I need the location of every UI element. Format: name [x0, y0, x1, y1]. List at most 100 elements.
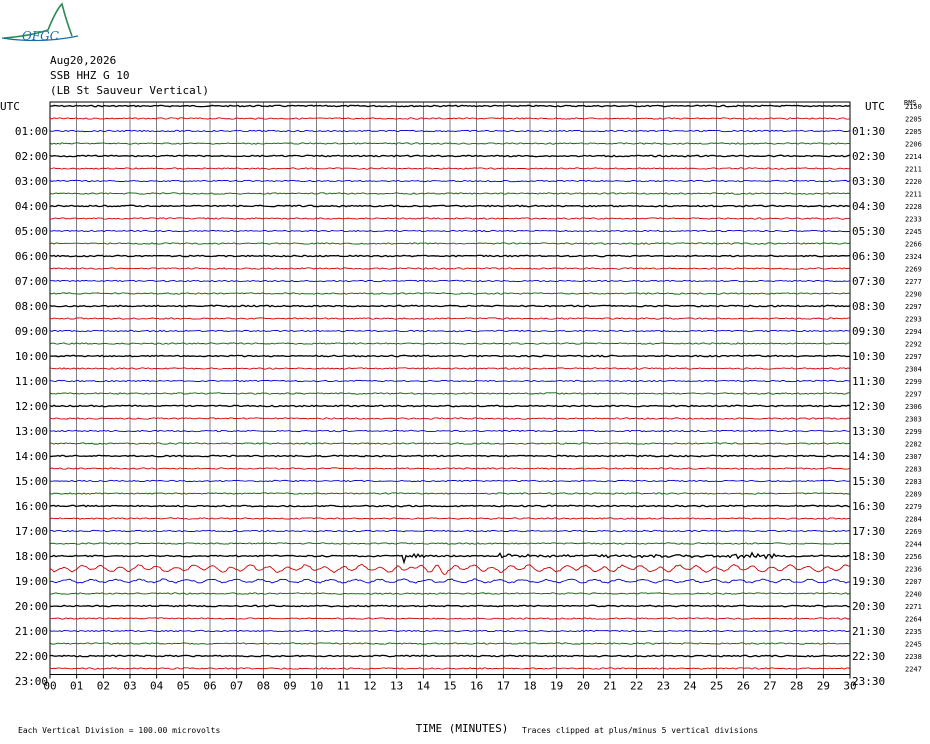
x-tick-label-3: 03 [123, 680, 136, 693]
hour-label-left-5: 05:00 [15, 225, 48, 238]
trace-value-41: 2264 [905, 616, 922, 624]
x-tick-label-28: 28 [790, 680, 803, 693]
hour-label-left-1: 01:00 [15, 125, 48, 138]
x-tick-label-11: 11 [337, 680, 350, 693]
x-tick-label-26: 26 [737, 680, 750, 693]
x-tick-label-7: 07 [230, 680, 243, 693]
hour-label-left-3: 03:00 [15, 175, 48, 188]
x-tick-label-2: 02 [97, 680, 110, 693]
trace-value-35: 2244 [905, 541, 922, 549]
x-tick-label-13: 13 [390, 680, 403, 693]
trace-value-44: 2238 [905, 653, 922, 661]
hour-label-left-2: 02:00 [15, 150, 48, 163]
trace-line-4 [49, 154, 851, 158]
utc-label-left: UTC [0, 100, 20, 113]
hour-label-right-13: 13:30 [852, 425, 885, 438]
trace-value-43: 2245 [905, 641, 922, 649]
trace-value-38: 2207 [905, 578, 922, 586]
hour-label-right-7: 07:30 [852, 275, 885, 288]
x-tick-label-18: 18 [523, 680, 536, 693]
trace-value-21: 2304 [905, 366, 922, 374]
x-tick-label-0: 00 [43, 680, 56, 693]
x-tick-label-1: 01 [70, 680, 83, 693]
x-tick-label-5: 05 [177, 680, 190, 693]
trace-value-11: 2266 [905, 241, 922, 249]
trace-value-36: 2256 [905, 553, 922, 561]
hour-label-right-5: 05:30 [852, 225, 885, 238]
hour-label-left-4: 04:00 [15, 200, 48, 213]
trace-value-45: 2247 [905, 666, 922, 674]
x-tick-label-17: 17 [497, 680, 510, 693]
hour-label-right-20: 20:30 [852, 600, 885, 613]
trace-value-25: 2303 [905, 416, 922, 424]
trace-value-24: 2306 [905, 403, 922, 411]
hour-label-left-8: 08:00 [15, 300, 48, 313]
trace-value-27: 2282 [905, 441, 922, 449]
hour-label-left-21: 21:00 [15, 625, 48, 638]
x-tick-label-21: 21 [603, 680, 616, 693]
hour-label-right-10: 10:30 [852, 350, 885, 363]
hour-label-left-15: 15:00 [15, 475, 48, 488]
trace-line-8 [49, 204, 851, 208]
trace-value-3: 2206 [905, 141, 922, 149]
hour-label-right-19: 19:30 [852, 575, 885, 588]
trace-value-2: 2205 [905, 128, 922, 136]
trace-value-23: 2297 [905, 391, 922, 399]
trace-value-14: 2277 [905, 278, 922, 286]
hour-label-right-21: 21:30 [852, 625, 885, 638]
trace-value-8: 2228 [905, 203, 922, 211]
trace-value-6: 2220 [905, 178, 922, 186]
trace-value-9: 2233 [905, 216, 922, 224]
hour-label-left-19: 19:00 [15, 575, 48, 588]
trace-value-7: 2211 [905, 191, 922, 199]
x-tick-label-6: 06 [203, 680, 216, 693]
trace-value-30: 2283 [905, 478, 922, 486]
trace-value-33: 2284 [905, 516, 922, 524]
hour-label-left-6: 06:00 [15, 250, 48, 263]
x-tick-label-16: 16 [470, 680, 483, 693]
hour-label-left-7: 07:00 [15, 275, 48, 288]
hour-label-right-6: 06:30 [852, 250, 885, 263]
rms-label: RMS [904, 99, 917, 107]
hour-label-right-17: 17:30 [852, 525, 885, 538]
x-tick-label-23: 23 [657, 680, 670, 693]
x-tick-label-22: 22 [630, 680, 643, 693]
trace-value-31: 2289 [905, 491, 922, 499]
trace-value-26: 2299 [905, 428, 922, 436]
trace-value-15: 2290 [905, 291, 922, 299]
hour-label-right-18: 18:30 [852, 550, 885, 563]
trace-value-40: 2271 [905, 603, 922, 611]
x-tick-label-14: 14 [417, 680, 431, 693]
trace-value-12: 2324 [905, 253, 922, 261]
hour-label-left-12: 12:00 [15, 400, 48, 413]
x-axis-label: TIME (MINUTES) [416, 722, 509, 735]
hour-label-left-20: 20:00 [15, 600, 48, 613]
hour-label-right-16: 16:30 [852, 500, 885, 513]
trace-line-40 [49, 604, 851, 608]
hour-label-right-4: 04:30 [852, 200, 885, 213]
hour-label-left-18: 18:00 [15, 550, 48, 563]
hour-label-right-9: 09:30 [852, 325, 885, 338]
hour-label-right-14: 14:30 [852, 450, 885, 463]
hour-label-left-13: 13:00 [15, 425, 48, 438]
trace-value-18: 2294 [905, 328, 922, 336]
trace-value-1: 2205 [905, 116, 922, 124]
hour-label-right-1: 01:30 [852, 125, 885, 138]
x-tick-label-24: 24 [683, 680, 697, 693]
trace-value-32: 2279 [905, 503, 922, 511]
trace-value-22: 2299 [905, 378, 922, 386]
hour-label-right-8: 08:30 [852, 300, 885, 313]
hour-label-left-11: 11:00 [15, 375, 48, 388]
helicorder-chart: 2150220522052206221422112220221122282233… [0, 99, 922, 735]
x-tick-label-9: 09 [283, 680, 296, 693]
hour-label-right-3: 03:30 [852, 175, 885, 188]
x-tick-label-19: 19 [550, 680, 563, 693]
trace-value-13: 2269 [905, 266, 922, 274]
trace-value-5: 2211 [905, 166, 922, 174]
trace-value-37: 2236 [905, 566, 922, 574]
hour-label-right-2: 02:30 [852, 150, 885, 163]
hour-label-right-12: 12:30 [852, 400, 885, 413]
x-tick-label-10: 10 [310, 680, 323, 693]
hour-label-left-16: 16:00 [15, 500, 48, 513]
trace-value-4: 2214 [905, 153, 922, 161]
